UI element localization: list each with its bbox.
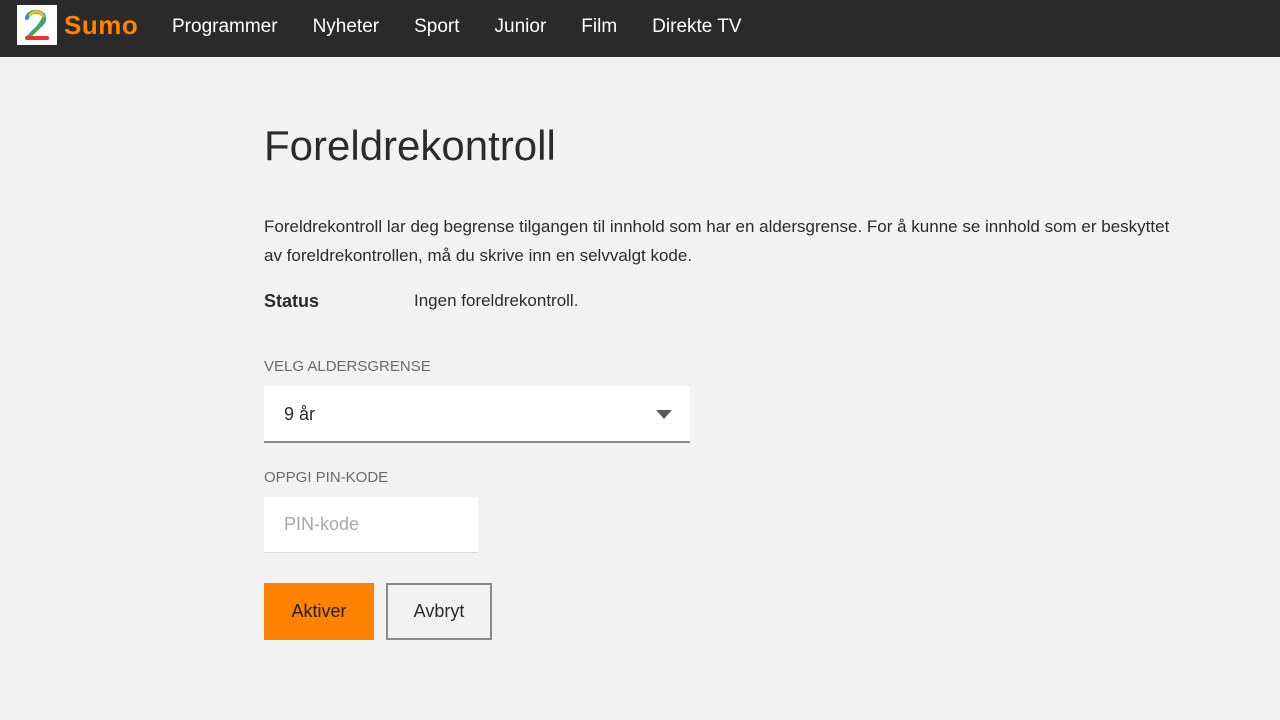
- nav-item-nyheter[interactable]: Nyheter: [313, 16, 380, 38]
- status-label: Status: [264, 291, 320, 311]
- dropdown-arrow-icon: [656, 410, 672, 419]
- cancel-button[interactable]: Avbryt: [386, 583, 492, 640]
- intro-text: Foreldrekontroll lar deg begrense tilgan…: [264, 217, 1170, 265]
- page-title: Foreldrekontroll: [264, 122, 556, 169]
- nav-item-programmer[interactable]: Programmer: [172, 16, 278, 38]
- pin-code-input[interactable]: [264, 497, 478, 553]
- nav-item-film[interactable]: Film: [581, 16, 617, 38]
- sumo-logo-text[interactable]: Sumo: [64, 10, 138, 41]
- nav-item-junior[interactable]: Junior: [495, 16, 547, 38]
- main-nav: Programmer Nyheter Sport Junior Film Dir…: [172, 16, 777, 38]
- tv2-logo[interactable]: [17, 5, 57, 45]
- pin-code-label: OPPGI PIN-KODE: [264, 469, 389, 486]
- nav-item-sport[interactable]: Sport: [414, 16, 459, 38]
- top-navigation-bar: Sumo Programmer Nyheter Sport Junior Fil…: [0, 0, 1280, 57]
- tv2-logo-icon: [25, 9, 49, 40]
- status-value: Ingen foreldrekontroll.: [414, 291, 579, 310]
- nav-item-direkte-tv[interactable]: Direkte TV: [652, 16, 741, 38]
- activate-button[interactable]: Aktiver: [264, 583, 374, 640]
- age-limit-label: VELG ALDERSGRENSE: [264, 358, 431, 375]
- age-limit-select[interactable]: 9 år: [264, 386, 690, 443]
- age-limit-selected-value: 9 år: [284, 404, 316, 424]
